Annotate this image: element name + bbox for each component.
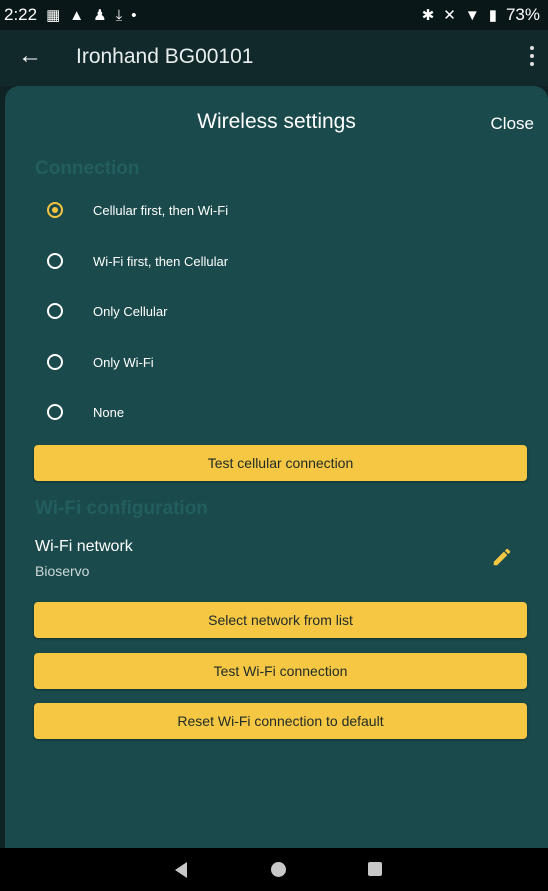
status-bar: 2:22 ▦ ▲ ♟ ⤓ • ✱ ✕ ▼ ▮ 73% (0, 0, 548, 30)
battery-icon: ▮ (488, 7, 497, 24)
status-time: 2:22 (4, 5, 38, 24)
radio-option-wifi-first[interactable]: Wi-Fi first, then Cellular (35, 241, 515, 281)
radio-unchecked-icon (47, 404, 63, 420)
person-icon: ♟ (93, 7, 107, 24)
wifi-icon: ▼ (464, 6, 480, 24)
radio-option-none[interactable]: None (35, 392, 515, 432)
radio-label: Only Wi-Fi (93, 354, 154, 370)
wifi-network-label: Wi-Fi network (35, 538, 133, 555)
nav-home-icon[interactable] (271, 862, 286, 877)
radio-option-cellular-first[interactable]: Cellular first, then Wi-Fi (35, 190, 515, 230)
download-icon: ⤓ (115, 6, 123, 24)
radio-label: Cellular first, then Wi-Fi (93, 202, 229, 218)
bluetooth-icon: ✱ (421, 7, 435, 24)
radio-checked-icon (47, 202, 63, 218)
app-bar: ← Ironhand BG00101 (0, 30, 548, 86)
radio-label: Wi-Fi first, then Cellular (93, 253, 229, 269)
more-options-icon[interactable] (524, 42, 540, 72)
wifi-network-value: Bioservo (35, 563, 90, 579)
system-nav-bar (0, 848, 548, 891)
back-arrow-icon[interactable]: ← (18, 42, 42, 70)
wifi-section-header: Wi-Fi configuration (35, 498, 208, 519)
radio-label: None (93, 404, 125, 420)
nav-back-icon[interactable] (175, 862, 187, 878)
mute-icon: ✕ (443, 7, 456, 24)
radio-option-only-wifi[interactable]: Only Wi-Fi (35, 342, 515, 382)
reset-wifi-button[interactable]: Reset Wi-Fi connection to default (34, 703, 527, 739)
radio-unchecked-icon (47, 253, 63, 269)
test-cellular-button[interactable]: Test cellular connection (34, 445, 527, 481)
edit-pencil-icon[interactable] (491, 546, 513, 568)
warning-icon: ▲ (69, 6, 85, 24)
device-title: Ironhand BG00101 (76, 45, 254, 68)
radio-unchecked-icon (47, 303, 63, 319)
test-wifi-button[interactable]: Test Wi-Fi connection (34, 653, 527, 689)
battery-level: 73% (505, 5, 540, 24)
sheet-title: Wireless settings (197, 110, 356, 133)
close-button[interactable]: Close (491, 114, 534, 134)
radio-label: Only Cellular (93, 303, 168, 319)
wireless-settings-sheet: Wireless settings Close Connection Cellu… (5, 86, 548, 848)
connection-section-header: Connection (35, 158, 140, 179)
dot-icon: • (131, 6, 137, 24)
nav-recents-icon[interactable] (368, 862, 382, 876)
radio-unchecked-icon (47, 354, 63, 370)
radio-option-only-cellular[interactable]: Only Cellular (35, 291, 515, 331)
gallery-icon: ▦ (46, 7, 61, 24)
select-network-button[interactable]: Select network from list (34, 602, 527, 638)
